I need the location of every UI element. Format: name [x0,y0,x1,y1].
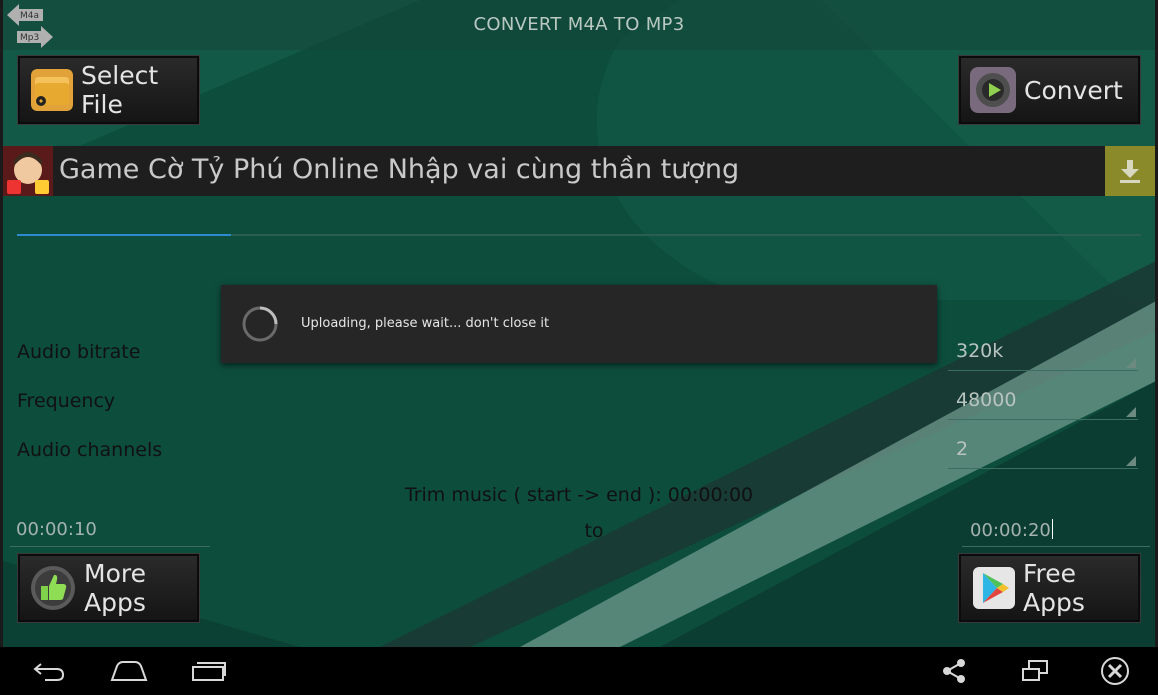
trim-end-field[interactable]: 00:00:20 [962,514,1150,547]
select-file-label: Select File [81,61,159,119]
trim-summary: Trim music ( start -> end ): 00:00:00 [404,484,754,506]
folder-icon [31,69,73,111]
upload-progress-dialog: Uploading, please wait... don't close it [221,285,937,363]
nav-share-button[interactable] [932,655,976,687]
upload-progress-bar [17,234,1141,236]
window-icon [1022,660,1048,681]
audio-channels-label: Audio channels [17,439,163,461]
close-icon [1101,657,1129,685]
page-title: CONVERT M4A TO MP3 [473,14,685,35]
frequency-spinner[interactable]: 48000 [948,385,1138,420]
dropdown-triangle-icon [1126,456,1136,466]
gear-play-icon [970,67,1016,113]
dropdown-triangle-icon [1126,407,1136,417]
more-apps-label: More Apps [84,559,146,617]
nav-back-button[interactable] [27,655,71,687]
title-bar: M4a Mp3 CONVERT M4A TO MP3 [3,0,1155,50]
dropdown-triangle-icon [1126,358,1136,368]
ad-avatar [3,146,53,196]
download-icon [1120,160,1140,183]
audio-channels-value: 2 [956,438,969,460]
nav-home-button[interactable] [107,655,151,687]
loading-spinner-icon [242,306,278,342]
back-icon [33,663,65,681]
progress-fill [17,234,231,236]
more-apps-button[interactable]: More Apps [17,553,200,623]
text-caret [1051,519,1053,539]
screen-edge-left [0,0,3,647]
nav-close-button[interactable] [1093,655,1137,687]
convert-button[interactable]: Convert [958,55,1141,125]
dialog-message: Uploading, please wait... don't close it [301,316,550,331]
nav-recent-apps-button[interactable] [187,655,231,687]
free-apps-button[interactable]: Free Apps [958,553,1141,623]
app-screen: M4a Mp3 CONVERT M4A TO MP3 Select File C… [0,0,1158,695]
frequency-label: Frequency [17,390,116,412]
share-icon [943,659,965,683]
frequency-value: 48000 [956,389,1017,411]
select-file-button[interactable]: Select File [17,55,200,125]
home-icon [110,661,148,681]
ad-banner[interactable]: Game Cờ Tỷ Phú Online Nhập vai cùng thần… [3,146,1155,196]
nav-window-button[interactable] [1013,655,1057,687]
thumbs-up-icon [31,566,75,610]
audio-bitrate-value: 320k [956,340,1004,362]
audio-channels-spinner[interactable]: 2 [948,434,1138,469]
play-store-icon [973,567,1015,609]
convert-label: Convert [1024,75,1123,105]
audio-bitrate-label: Audio bitrate [17,341,141,363]
free-apps-label: Free Apps [1023,559,1085,617]
audio-bitrate-spinner[interactable]: 320k [948,336,1138,371]
ad-text: Game Cờ Tỷ Phú Online Nhập vai cùng thần… [59,154,740,185]
trim-end-value: 00:00:20 [970,520,1051,541]
ad-download-button[interactable] [1105,146,1155,196]
system-nav-bar [0,647,1158,695]
recent-apps-icon [192,662,226,681]
